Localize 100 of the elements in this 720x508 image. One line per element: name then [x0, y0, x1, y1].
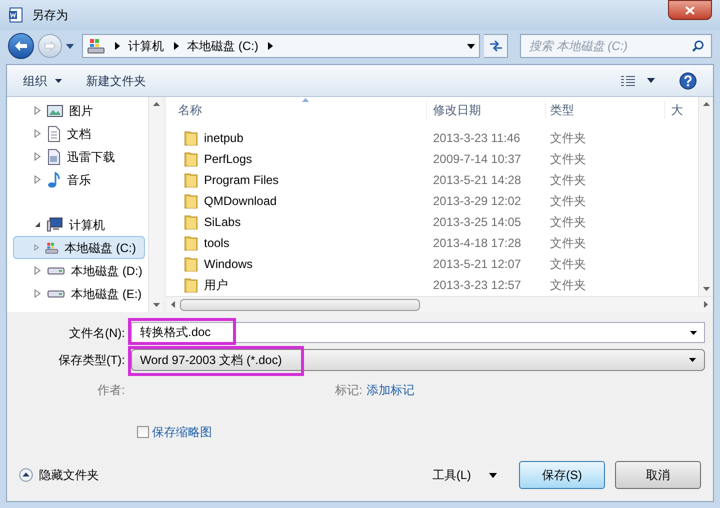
hide-folders-button[interactable]: 隐藏文件夹 [19, 466, 99, 484]
collapsed-arrow-icon[interactable] [34, 152, 41, 161]
tools-menu[interactable]: 工具(L) [432, 466, 497, 484]
scroll-down-arrow-icon[interactable] [152, 303, 160, 307]
scroll-down-arrow-icon[interactable] [702, 287, 710, 291]
collapsed-arrow-icon[interactable] [34, 289, 41, 298]
dropdown-arrow-icon[interactable] [690, 331, 697, 335]
filename-label: 文件名(N): [68, 324, 126, 342]
sidebar-item[interactable]: 计算机 [13, 213, 114, 236]
refresh-arrows-icon [488, 40, 502, 52]
author-label: 作者: [96, 382, 126, 399]
date-cell-text: 2013-5-21 14:28 [432, 172, 522, 188]
new-folder-button[interactable]: 新建文件夹 [86, 72, 146, 90]
sidebar-item[interactable]: 文档 [13, 122, 100, 145]
search-icon [692, 40, 704, 52]
sidebar-item[interactable]: 本地磁盘 (C:) [13, 236, 145, 259]
file-name: SiLabs [204, 214, 241, 230]
file-row[interactable]: PerfLogs 2009-7-14 10:37 文件夹 [166, 148, 698, 169]
file-name: QMDownload [204, 192, 277, 210]
type-cell-text: 文件夹 [549, 234, 587, 252]
help-icon[interactable] [679, 72, 697, 90]
scroll-up-arrow-icon[interactable] [152, 102, 160, 106]
type-cell-text: 文件夹 [549, 172, 587, 188]
file-row[interactable]: Windows 2013-5-21 12:07 文件夹 [166, 253, 698, 274]
drive-icon [47, 266, 65, 276]
sidebar-item[interactable]: 图片 [13, 99, 102, 122]
column-header[interactable]: 大 [664, 101, 683, 119]
scrollbar[interactable] [148, 97, 163, 312]
drive-icon [87, 38, 105, 54]
file-row[interactable]: QMDownload 2013-3-29 12:02 文件夹 [166, 190, 698, 211]
collapsed-arrow-icon[interactable] [34, 175, 41, 184]
scroll-left-arrow-icon[interactable] [171, 301, 175, 308]
address-bar[interactable]: 计算机 本地磁盘 (C:) [82, 34, 480, 58]
collapsed-arrow-icon[interactable] [34, 106, 41, 115]
dropdown-arrow-icon[interactable] [66, 44, 74, 48]
date-cell-text: 2013-5-21 12:07 [432, 256, 522, 272]
music-note-icon [47, 172, 61, 188]
add-tags-link[interactable]: 添加标记 [366, 381, 414, 399]
dropdown-arrow-icon [489, 472, 497, 478]
search-field[interactable]: 搜索 本地磁盘 (C:) [520, 34, 712, 58]
file-row[interactable]: 用户 2013-3-23 12:57 文件夹 [166, 274, 698, 295]
picture-icon [47, 104, 63, 118]
file-row[interactable]: Program Files 2013-5-21 14:28 文件夹 [166, 169, 698, 190]
dropdown-arrow-icon[interactable] [467, 44, 475, 48]
window-title: 另存为 [32, 7, 68, 24]
file-type-dropdown[interactable]: Word 97-2003 文档 (*.doc) [131, 349, 705, 371]
scroll-up-arrow-icon[interactable] [702, 102, 710, 106]
type-cell-text: 文件夹 [549, 256, 587, 272]
scroll-right-arrow-icon[interactable] [704, 301, 708, 308]
document-icon [47, 148, 61, 164]
breadcrumb[interactable]: 计算机 [128, 37, 164, 55]
scrollbar[interactable] [698, 97, 713, 296]
expanded-arrow-icon[interactable] [34, 221, 41, 228]
close-button[interactable] [668, 0, 712, 20]
computer-icon [47, 217, 63, 232]
sidebar-item[interactable]: 音乐 [13, 168, 100, 191]
save-button[interactable]: 保存(S) [519, 461, 605, 489]
refresh-button[interactable] [484, 34, 508, 58]
cancel-button[interactable]: 取消 [615, 461, 701, 489]
folder-icon [184, 130, 198, 146]
date-cell-text: 2013-3-25 14:05 [432, 214, 522, 230]
left-arrow-icon [14, 40, 28, 52]
organize-menu[interactable]: 组织 [23, 72, 62, 90]
date-cell-text: 2013-3-23 12:57 [432, 276, 522, 294]
file-row[interactable]: SiLabs 2013-3-25 14:05 文件夹 [166, 211, 698, 232]
checkbox-label[interactable]: 保存缩略图 [152, 423, 212, 441]
breadcrumb-arrow-icon[interactable] [268, 42, 274, 50]
view-list-icon[interactable] [621, 74, 635, 86]
file-name: Program Files [204, 172, 279, 188]
column-header[interactable]: 修改日期 [426, 101, 545, 119]
checkbox[interactable] [137, 426, 149, 438]
column-header[interactable]: 类型 [545, 101, 664, 119]
collapsed-arrow-icon[interactable] [34, 129, 41, 138]
folder-icon [184, 172, 198, 188]
breadcrumb-arrow-icon[interactable] [115, 42, 120, 50]
close-icon [685, 6, 695, 14]
document-icon [47, 126, 61, 142]
file-name: inetpub [204, 130, 244, 146]
folder-icon [184, 256, 198, 272]
horizontal-scrollbar[interactable] [166, 296, 713, 312]
filename-field[interactable]: 转换格式.doc [131, 322, 705, 343]
file-name: Windows [204, 256, 253, 272]
type-cell-text: 文件夹 [549, 214, 587, 230]
collapsed-arrow-icon[interactable] [34, 266, 41, 275]
type-cell-text: 文件夹 [549, 130, 587, 146]
folder-icon [184, 150, 198, 166]
collapsed-arrow-icon[interactable] [34, 243, 40, 252]
date-cell-text: 2009-7-14 10:37 [432, 150, 522, 168]
dropdown-arrow-icon [689, 358, 696, 362]
file-row[interactable]: tools 2013-4-18 17:28 文件夹 [166, 232, 698, 253]
column-header[interactable]: 名称 [166, 101, 426, 119]
sidebar-item[interactable]: 本地磁盘 (E:) [13, 282, 148, 305]
folder-icon [184, 214, 198, 230]
sidebar-item[interactable]: 本地磁盘 (D:) [13, 259, 148, 282]
back-button[interactable] [8, 33, 34, 59]
dropdown-arrow-icon[interactable] [647, 78, 655, 83]
breadcrumb[interactable]: 本地磁盘 (C:) [187, 37, 258, 55]
sidebar-item[interactable]: 迅雷下载 [13, 145, 124, 168]
file-row[interactable]: inetpub 2013-3-23 11:46 文件夹 [166, 127, 698, 148]
breadcrumb-arrow-icon[interactable] [174, 42, 179, 50]
